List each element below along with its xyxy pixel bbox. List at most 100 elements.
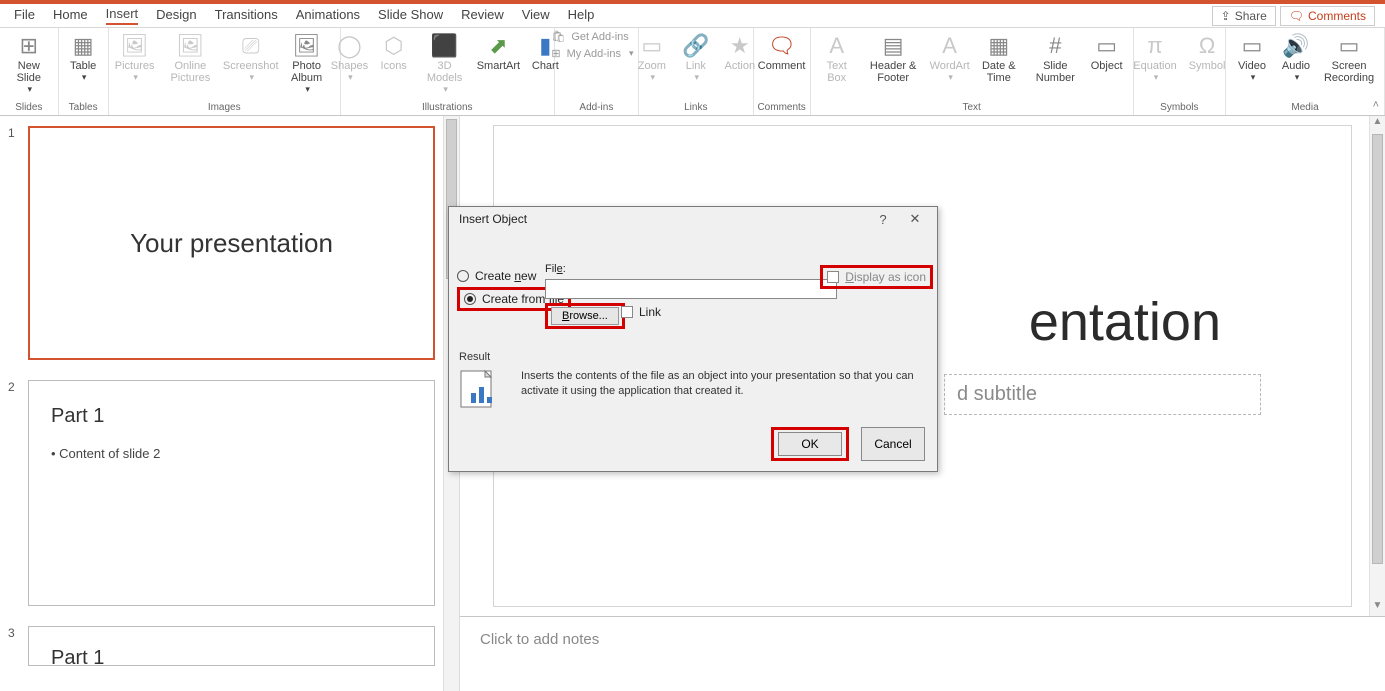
comments-button[interactable]: 🗨 Comments: [1280, 6, 1375, 26]
comment-button[interactable]: 🗨Comment: [754, 30, 810, 74]
scroll-up-icon[interactable]: ▲: [1370, 116, 1385, 132]
audio-icon: 🔊: [1282, 32, 1310, 60]
collapse-ribbon-button[interactable]: ˄: [1373, 99, 1379, 111]
slide-number-label: Slide Number: [1032, 60, 1079, 84]
tab-design[interactable]: Design: [156, 7, 196, 24]
shapes-button[interactable]: ◯Shapes: [329, 30, 370, 85]
action-icon: ★: [726, 32, 754, 60]
new-slide-button[interactable]: ⊞ New Slide: [6, 30, 52, 97]
display-as-icon-checkbox[interactable]: Display as icon: [827, 270, 926, 284]
table-button[interactable]: ▦ Table: [63, 30, 103, 85]
group-illustrations: ◯Shapes ⬡Icons ⬛3D Models ⬈SmartArt ▮Cha…: [341, 28, 555, 115]
smartart-button[interactable]: ⬈SmartArt: [476, 30, 522, 74]
notes-pane[interactable]: Click to add notes: [460, 616, 1385, 691]
file-path-input[interactable]: [545, 279, 837, 299]
addin-icon: ⊞: [551, 47, 560, 60]
ribbon-tabs: File Home Insert Design Transitions Anim…: [0, 4, 1385, 28]
highlight-display-as-icon: Display as icon: [820, 265, 933, 289]
group-slides-label: Slides: [15, 102, 42, 115]
shapes-icon: ◯: [335, 32, 363, 60]
group-comments-label: Comments: [757, 102, 805, 115]
textbox-label: Text Box: [821, 60, 853, 84]
symbol-icon: Ω: [1193, 32, 1221, 60]
new-slide-icon: ⊞: [15, 32, 43, 60]
ok-button[interactable]: OK: [778, 432, 842, 456]
tab-help[interactable]: Help: [568, 7, 595, 24]
thumbnail-number: 3: [8, 626, 20, 666]
radio-icon: [457, 270, 469, 282]
photo-album-button[interactable]: 🖼Photo Album: [279, 30, 333, 97]
thumbnail-panel: 1 Your presentation 2 Part 1 • Content o…: [0, 116, 460, 691]
group-tables: ▦ Table Tables: [59, 28, 109, 115]
screen-recording-button[interactable]: ▭Screen Recording: [1320, 30, 1378, 86]
slide-number-icon: #: [1041, 32, 1069, 60]
symbol-button[interactable]: ΩSymbol: [1185, 30, 1230, 74]
wordart-button[interactable]: AWordArt: [930, 30, 970, 85]
zoom-button[interactable]: ▭Zoom: [632, 30, 672, 85]
pictures-button[interactable]: 🖼Pictures: [115, 30, 155, 85]
canvas-scrollbar-vertical[interactable]: ▲ ▼: [1369, 116, 1385, 616]
equation-icon: π: [1141, 32, 1169, 60]
header-footer-button[interactable]: ▤Header & Footer: [861, 30, 926, 86]
header-footer-label: Header & Footer: [865, 60, 922, 84]
scrollbar-handle[interactable]: [1372, 134, 1383, 564]
group-images: 🖼Pictures 🖼Online Pictures ⎚Screenshot 🖼…: [109, 28, 341, 115]
textbox-button[interactable]: AText Box: [817, 30, 857, 86]
thumbnail-1[interactable]: 1 Your presentation: [0, 122, 443, 376]
result-icon: [459, 369, 507, 409]
ribbon: ⊞ New Slide Slides ▦ Table Tables 🖼Pictu…: [0, 28, 1385, 116]
equation-button[interactable]: πEquation: [1129, 30, 1180, 85]
slide-subtitle-placeholder[interactable]: d subtitle: [944, 374, 1261, 415]
my-addins-label: My Add-ins: [567, 48, 621, 60]
tab-home[interactable]: Home: [53, 7, 88, 24]
cancel-button[interactable]: Cancel: [861, 427, 925, 461]
new-slide-label: New Slide: [10, 60, 48, 84]
text-box-icon: A: [823, 32, 851, 60]
online-pictures-button[interactable]: 🖼Online Pictures: [159, 30, 222, 86]
audio-button[interactable]: 🔊Audio: [1276, 30, 1316, 85]
icons-label: Icons: [381, 60, 407, 72]
comment-label: Comment: [758, 60, 806, 72]
group-tables-label: Tables: [69, 102, 98, 115]
tab-transitions[interactable]: Transitions: [215, 7, 278, 24]
tab-insert[interactable]: Insert: [106, 6, 139, 25]
link-checkbox[interactable]: Link: [621, 305, 661, 319]
3d-models-icon: ⬛: [431, 32, 459, 60]
get-addins-label: Get Add-ins: [571, 31, 628, 43]
tab-slideshow[interactable]: Slide Show: [378, 7, 443, 24]
dialog-help-button[interactable]: ?: [867, 212, 899, 227]
thumbnail-3[interactable]: 3 Part 1: [0, 622, 443, 682]
browse-button[interactable]: Browse...: [551, 307, 619, 325]
3d-models-button[interactable]: ⬛3D Models: [418, 30, 472, 97]
icons-button[interactable]: ⬡Icons: [374, 30, 414, 74]
tab-file[interactable]: File: [14, 7, 35, 24]
tab-review[interactable]: Review: [461, 7, 504, 24]
table-icon: ▦: [69, 32, 97, 60]
group-slides: ⊞ New Slide Slides: [0, 28, 59, 115]
object-button[interactable]: ▭Object: [1087, 30, 1127, 74]
date-time-button[interactable]: ▦Date & Time: [974, 30, 1024, 86]
zoom-label: Zoom: [638, 60, 666, 72]
thumbnail-slide: Your presentation: [28, 126, 435, 360]
get-addins-button[interactable]: 🛍Get Add-ins: [551, 30, 641, 43]
dialog-titlebar[interactable]: Insert Object ? ✕: [449, 207, 937, 231]
share-button[interactable]: ⇪ Share: [1212, 6, 1276, 26]
checkbox-icon: [827, 271, 839, 283]
tab-view[interactable]: View: [522, 7, 550, 24]
wordart-icon: A: [936, 32, 964, 60]
slide-number-button[interactable]: #Slide Number: [1028, 30, 1083, 86]
notes-placeholder: Click to add notes: [480, 631, 599, 648]
dialog-close-button[interactable]: ✕: [899, 211, 931, 227]
scroll-down-icon[interactable]: ▼: [1370, 600, 1385, 616]
slide-title[interactable]: entation: [1029, 291, 1221, 353]
thumbnail-number: 2: [8, 380, 20, 606]
video-button[interactable]: ▭Video: [1232, 30, 1272, 85]
thumbnail-2[interactable]: 2 Part 1 • Content of slide 2: [0, 376, 443, 622]
screenshot-button[interactable]: ⎚Screenshot: [226, 30, 275, 85]
group-symbols-label: Symbols: [1160, 102, 1198, 115]
link-button[interactable]: 🔗Link: [676, 30, 716, 85]
object-label: Object: [1091, 60, 1123, 72]
video-label: Video: [1238, 60, 1266, 72]
my-addins-button[interactable]: ⊞ My Add-ins: [551, 47, 641, 60]
tab-animations[interactable]: Animations: [296, 7, 360, 24]
